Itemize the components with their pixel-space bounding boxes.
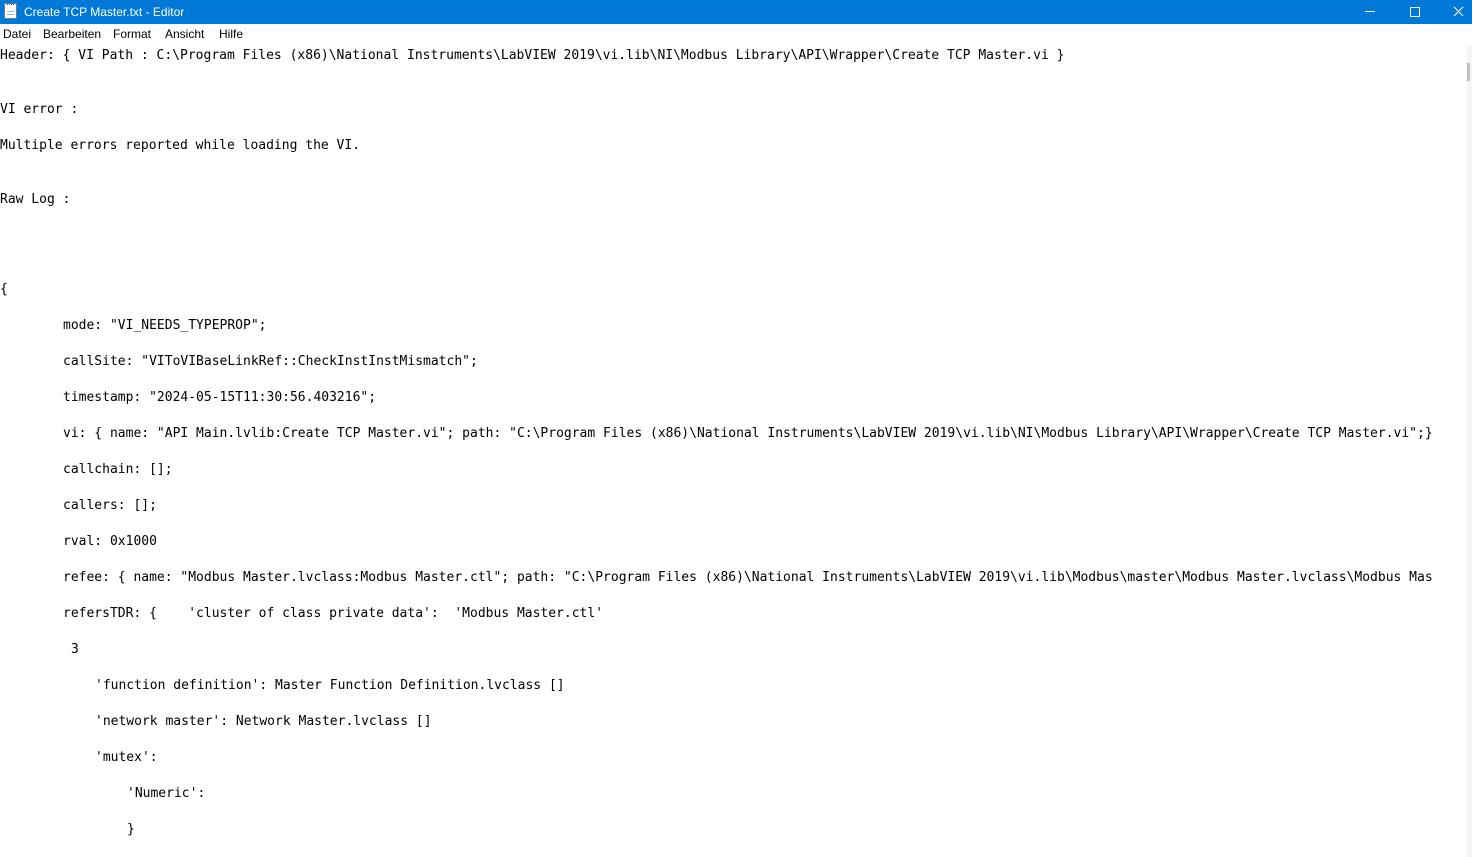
minimize-icon bbox=[1365, 11, 1375, 12]
title-bar[interactable]: Create TCP Master.txt - Editor bbox=[0, 0, 1472, 24]
menu-format[interactable]: Format bbox=[113, 24, 151, 45]
minimize-button[interactable] bbox=[1348, 0, 1394, 24]
text-line: mode: "VI_NEEDS_TYPEPROP"; bbox=[63, 318, 267, 333]
menu-bar: Datei Bearbeiten Format Ansicht Hilfe bbox=[0, 24, 1472, 45]
text-line: } bbox=[127, 822, 135, 837]
text-editor[interactable]: Header: { VI Path : C:\Program Files (x8… bbox=[0, 45, 1466, 857]
text-line: 'Numeric': bbox=[127, 786, 206, 801]
notepad-window: Create TCP Master.txt - Editor Datei Bea… bbox=[0, 0, 1472, 857]
text-line: callers: []; bbox=[63, 498, 157, 513]
text-line: 'mutex': bbox=[95, 750, 158, 765]
text-line: rval: 0x1000 bbox=[63, 534, 157, 549]
close-icon bbox=[1453, 6, 1464, 17]
scrollbar-thumb[interactable] bbox=[1467, 63, 1470, 81]
menu-help[interactable]: Hilfe bbox=[219, 24, 243, 45]
text-line: 'function definition': Master Function D… bbox=[95, 678, 565, 693]
text-line: callSite: "VIToVIBaseLinkRef::CheckInstI… bbox=[63, 354, 478, 369]
menu-file[interactable]: Datei bbox=[3, 24, 31, 45]
notepad-icon bbox=[4, 3, 17, 19]
text-line: VI error : bbox=[0, 102, 79, 117]
window-title: Create TCP Master.txt - Editor bbox=[24, 5, 185, 19]
text-line: 3 bbox=[71, 642, 79, 657]
text-line: Multiple errors reported while loading t… bbox=[0, 138, 361, 153]
text-line: 'network master': Network Master.lvclass… bbox=[95, 714, 432, 729]
text-line: { bbox=[0, 282, 8, 297]
text-line: refersTDR: { 'cluster of class private d… bbox=[63, 606, 604, 621]
menu-view[interactable]: Ansicht bbox=[165, 24, 204, 45]
text-line: timestamp: "2024-05-15T11:30:56.403216"; bbox=[63, 390, 377, 405]
text-line: vi: { name: "API Main.lvlib:Create TCP M… bbox=[63, 426, 1433, 441]
menu-edit[interactable]: Bearbeiten bbox=[43, 24, 101, 45]
text-line: callchain: []; bbox=[63, 462, 173, 477]
maximize-icon bbox=[1410, 7, 1420, 17]
close-button[interactable] bbox=[1436, 0, 1472, 24]
text-line: Raw Log : bbox=[0, 192, 71, 207]
vertical-scrollbar[interactable] bbox=[1466, 45, 1472, 857]
maximize-button[interactable] bbox=[1392, 0, 1438, 24]
text-line: refee: { name: "Modbus Master.lvclass:Mo… bbox=[63, 570, 1433, 585]
text-line: Header: { VI Path : C:\Program Files (x8… bbox=[0, 48, 1065, 63]
